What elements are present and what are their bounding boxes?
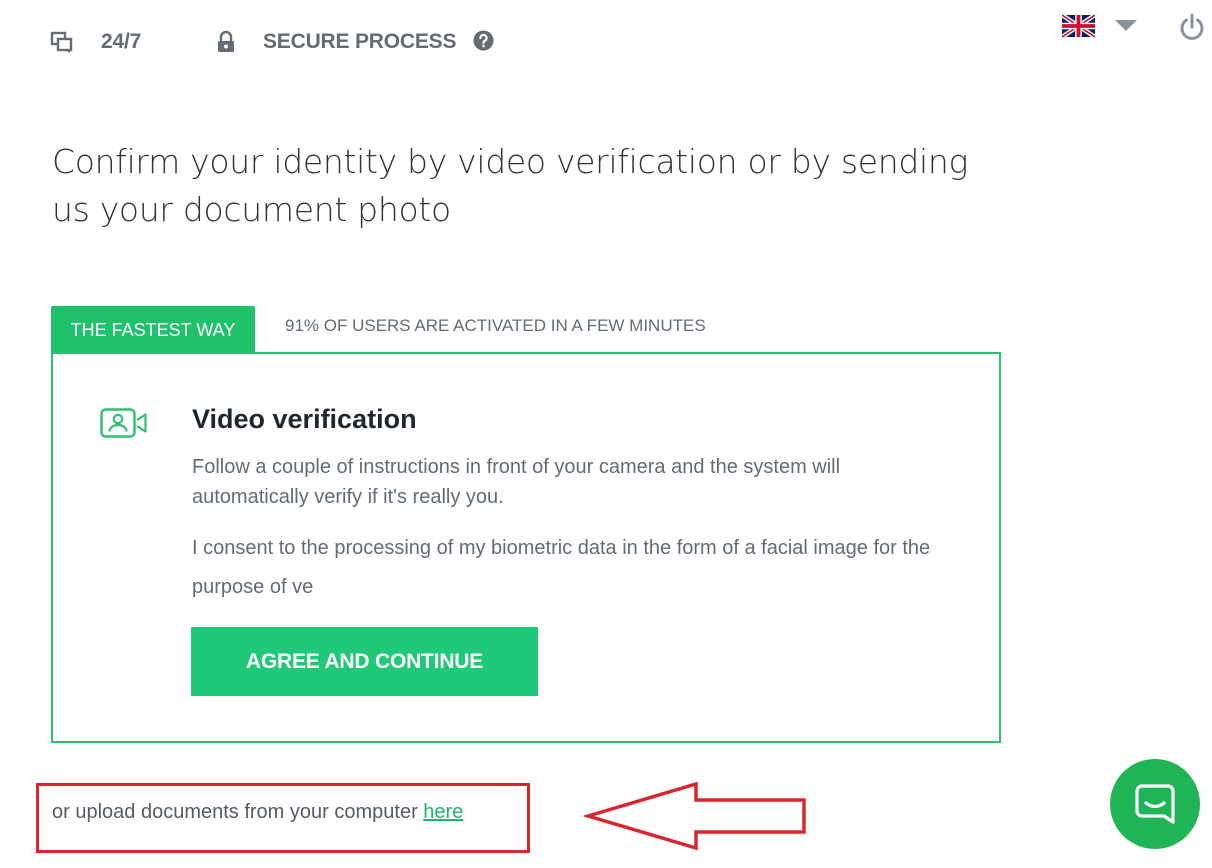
power-icon [1178,13,1206,43]
question-circle-icon[interactable] [473,30,494,51]
consent-text: I consent to the processing of my biomet… [192,537,931,598]
chat-bubbles-icon [50,30,74,54]
card-description: Follow a couple of instructions in front… [192,456,841,508]
secure-process-label: SECURE PROCESS [263,30,457,53]
verification-page: 24/7 SECURE PROCESS Confirm your identit… [0,0,1212,868]
chat-widget-icon [1133,782,1177,826]
page-title: Confirm your identity by video verificat… [52,142,969,229]
agree-and-continue-button[interactable]: AGREE AND CONTINUE [191,627,538,696]
arrow-left-icon [584,782,808,850]
video-verification-card: Video verification Follow a couple of in… [51,352,1001,743]
language-selector[interactable] [1062,14,1137,38]
tab-fastest-way[interactable]: THE FASTEST WAY [51,306,255,354]
caret-down-icon[interactable] [1115,20,1137,32]
secure-process-info: SECURE PROCESS [216,30,494,54]
video-person-icon [100,408,148,440]
support-info: 24/7 [50,30,141,54]
upload-here-link[interactable]: here [423,801,463,823]
support-label: 24/7 [101,30,142,53]
upload-alternative: or upload documents from your computer h… [52,801,463,824]
logout-button[interactable] [1178,13,1206,43]
card-title: Video verification [192,404,417,434]
lock-icon [216,30,236,54]
uk-flag-icon [1062,14,1095,38]
upload-text: or upload documents from your computer [52,801,418,823]
activation-note: 91% OF USERS ARE ACTIVATED IN A FEW MINU… [285,316,706,335]
chat-widget-button[interactable] [1110,759,1200,849]
